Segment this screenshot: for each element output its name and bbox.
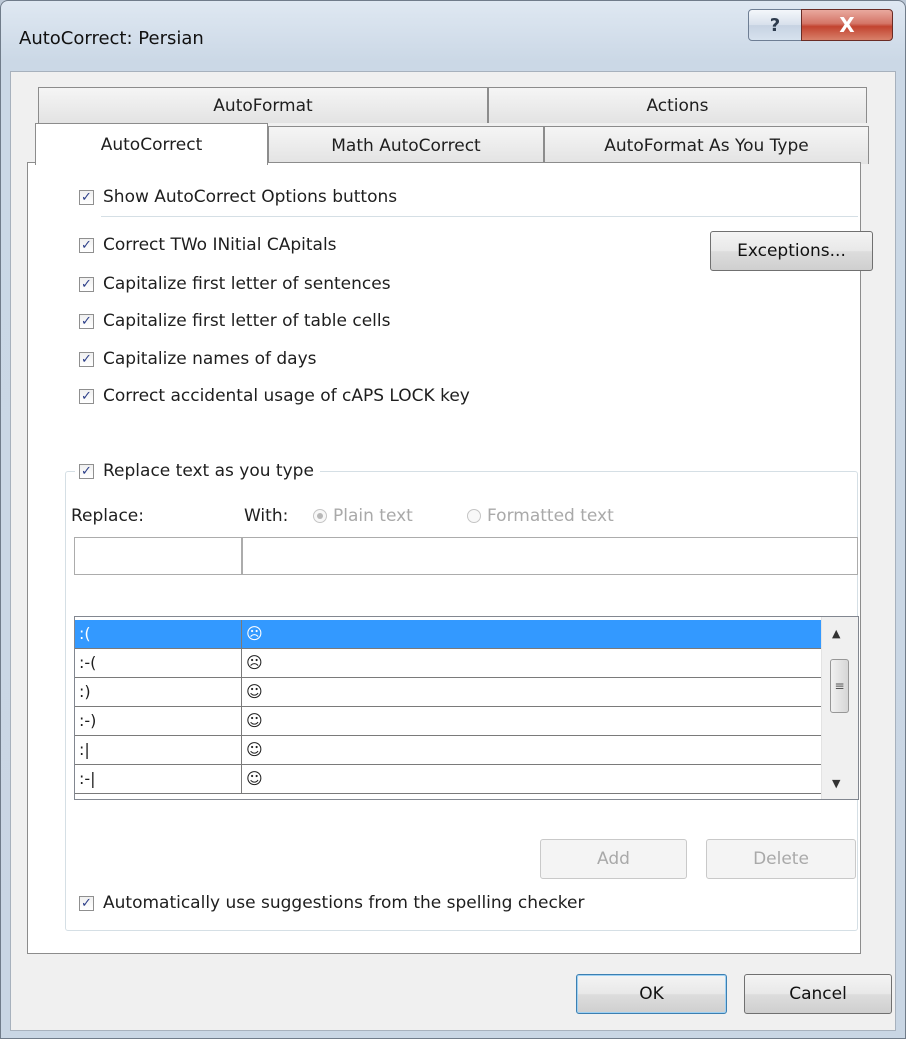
with-cell: ☹ <box>246 653 263 672</box>
replace-text-label: Replace text as you type <box>103 461 314 481</box>
replace-cell: :-( <box>75 649 242 677</box>
grip-icon: ≡ <box>834 679 845 693</box>
table-row[interactable]: :| ☺ <box>75 736 822 765</box>
capitalize-table-cells-checkbox[interactable]: ✓ Capitalize first letter of table cells <box>79 311 390 331</box>
table-row[interactable]: :-| ☺ <box>75 765 822 794</box>
with-cell: ☺ <box>246 740 263 759</box>
formatted-text-radio[interactable]: Formatted text <box>467 506 614 526</box>
capitalize-days-checkbox[interactable]: ✓ Capitalize names of days <box>79 349 317 369</box>
divider <box>101 216 858 217</box>
cancel-button-label: Cancel <box>789 984 847 1004</box>
check-icon: ✓ <box>79 276 94 292</box>
tab-autoformat[interactable]: AutoFormat <box>38 87 488 123</box>
capitalize-sentences-checkbox[interactable]: ✓ Capitalize first letter of sentences <box>79 274 391 294</box>
replace-input[interactable] <box>74 537 242 575</box>
table-row[interactable]: :-(☹ <box>75 649 822 678</box>
delete-button-label: Delete <box>753 849 809 869</box>
check-icon: ✓ <box>79 237 94 253</box>
check-icon: ✓ <box>79 313 94 329</box>
replace-text-checkbox[interactable]: ✓ Replace text as you type <box>75 461 320 481</box>
replace-cell: :( <box>75 620 242 648</box>
spelling-suggestions-label: Automatically use suggestions from the s… <box>103 893 585 913</box>
cancel-button[interactable]: Cancel <box>744 974 892 1014</box>
check-icon: ✓ <box>79 463 94 479</box>
replace-cell: :) <box>75 678 242 706</box>
spelling-suggestions-checkbox[interactable]: ✓ Automatically use suggestions from the… <box>79 893 585 913</box>
check-icon: ✓ <box>79 189 94 205</box>
add-button-label: Add <box>597 849 630 869</box>
replace-cell: :-| <box>75 765 242 793</box>
check-icon: ✓ <box>79 895 94 911</box>
capitalize-days-label: Capitalize names of days <box>103 349 317 369</box>
ok-button-label: OK <box>639 984 664 1004</box>
table-row[interactable]: :(☹ <box>75 620 822 649</box>
tab-autoformat-label: AutoFormat <box>213 95 313 116</box>
radio-unselected-icon <box>467 509 481 523</box>
replace-cell: :| <box>75 736 242 764</box>
with-cell: ☺ <box>246 711 263 730</box>
title-bar: AutoCorrect: Persian ? X <box>1 1 905 71</box>
capitalize-table-cells-label: Capitalize first letter of table cells <box>103 311 391 331</box>
tab-math-autocorrect[interactable]: Math AutoCorrect <box>268 126 544 164</box>
correct-two-initials-label: Correct TWo INitial CApitals <box>103 235 337 255</box>
table-row[interactable]: :-) ☺ <box>75 707 822 736</box>
autocorrect-entries-list[interactable]: :(☹ :-(☹ :) ☺ :-) ☺ :| ☺ :-| ☺ ▲ ≡ ▼ <box>74 616 859 800</box>
tab-autocorrect-label: AutoCorrect <box>100 134 203 155</box>
show-autocorrect-buttons-label: Show AutoCorrect Options buttons <box>103 187 398 207</box>
window-title: AutoCorrect: Persian <box>19 28 204 49</box>
autocorrect-dialog: AutoCorrect: Persian ? X AutoFormat Acti… <box>0 0 906 1039</box>
scroll-up-icon[interactable]: ▲ <box>832 627 840 640</box>
vertical-scrollbar[interactable]: ▲ ≡ ▼ <box>821 617 858 799</box>
ok-button[interactable]: OK <box>576 974 727 1014</box>
add-button[interactable]: Add <box>540 839 687 879</box>
exceptions-button-label: Exceptions... <box>737 241 846 261</box>
plain-text-label: Plain text <box>333 506 413 526</box>
correct-caps-lock-checkbox[interactable]: ✓ Correct accidental usage of cAPS LOCK … <box>79 386 470 406</box>
close-button[interactable]: X <box>801 9 893 41</box>
help-icon: ? <box>769 14 781 36</box>
tab-actions[interactable]: Actions <box>488 87 867 123</box>
formatted-text-label: Formatted text <box>487 506 614 526</box>
delete-button[interactable]: Delete <box>706 839 856 879</box>
tab-autocorrect[interactable]: AutoCorrect <box>35 123 268 165</box>
with-cell: ☺ <box>246 682 263 701</box>
tab-autoformat-as-you-type-label: AutoFormat As You Type <box>604 135 809 156</box>
table-row[interactable]: :) ☺ <box>75 678 822 707</box>
with-input[interactable] <box>242 537 858 575</box>
tab-math-autocorrect-label: Math AutoCorrect <box>331 135 481 156</box>
replace-label: Replace: <box>71 506 144 526</box>
with-label: With: <box>244 506 289 526</box>
exceptions-button[interactable]: Exceptions... <box>710 231 873 271</box>
correct-two-initials-checkbox[interactable]: ✓ Correct TWo INitial CApitals <box>79 235 337 255</box>
radio-selected-icon <box>313 509 327 523</box>
help-button[interactable]: ? <box>748 9 802 41</box>
replace-cell: :-) <box>75 707 242 735</box>
capitalize-sentences-label: Capitalize first letter of sentences <box>103 274 391 294</box>
show-autocorrect-buttons-checkbox[interactable]: ✓ Show AutoCorrect Options buttons <box>79 187 397 207</box>
correct-caps-lock-label: Correct accidental usage of cAPS LOCK ke… <box>103 386 470 406</box>
tab-actions-label: Actions <box>646 95 709 116</box>
close-icon: X <box>839 13 855 37</box>
check-icon: ✓ <box>79 351 94 367</box>
plain-text-radio[interactable]: Plain text <box>313 506 413 526</box>
tab-autoformat-as-you-type[interactable]: AutoFormat As You Type <box>544 126 869 164</box>
check-icon: ✓ <box>79 388 94 404</box>
with-cell: ☺ <box>246 769 263 788</box>
with-cell: ☹ <box>246 624 263 643</box>
scrollbar-thumb[interactable]: ≡ <box>830 659 849 713</box>
scroll-down-icon[interactable]: ▼ <box>832 777 840 790</box>
